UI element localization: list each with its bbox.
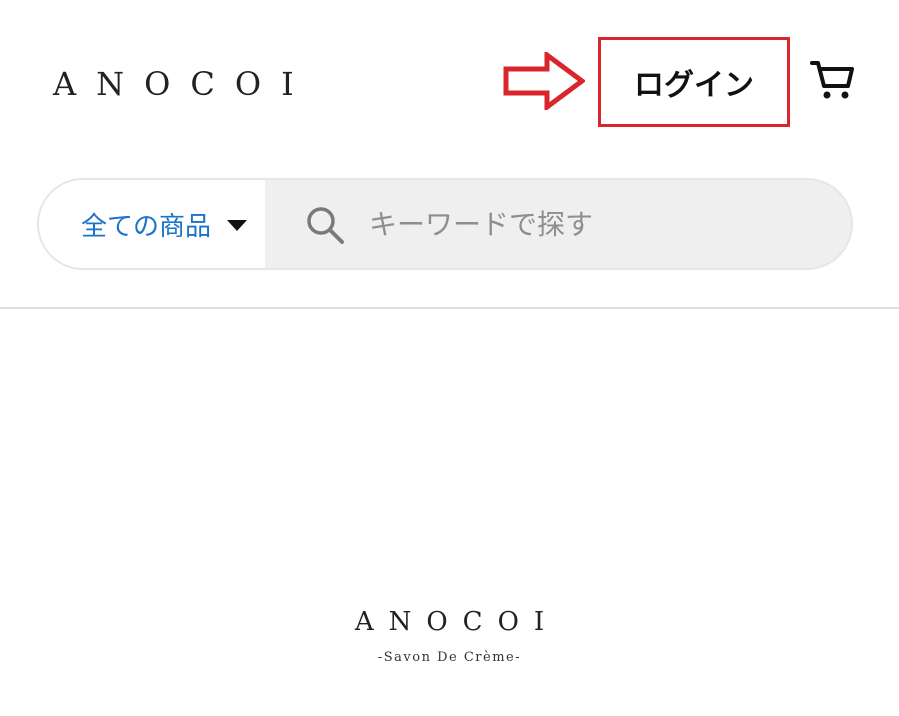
brand-name: ANOCOI (354, 607, 560, 637)
category-label: 全ての商品 (81, 211, 212, 242)
cart-button[interactable] (810, 58, 856, 102)
search-input[interactable] (369, 180, 829, 268)
site-logo[interactable]: ANOCOI (53, 66, 314, 102)
login-button[interactable]: ログイン (601, 40, 787, 124)
category-dropdown[interactable]: 全ての商品 (39, 180, 265, 268)
brand-tagline: -Savon De Crème- (377, 650, 522, 665)
page: ANOCOI ログイン 全ての商品 ANOCOI -Savon De Crème… (0, 0, 899, 716)
arrow-right-outline-icon (503, 52, 585, 110)
search-icon (307, 207, 344, 244)
caret-down-icon (227, 220, 247, 231)
header-divider (0, 307, 899, 309)
cart-icon (810, 61, 854, 99)
brand-logo: ANOCOI -Savon De Crème- (0, 606, 899, 665)
search-bar: 全ての商品 (37, 178, 853, 270)
